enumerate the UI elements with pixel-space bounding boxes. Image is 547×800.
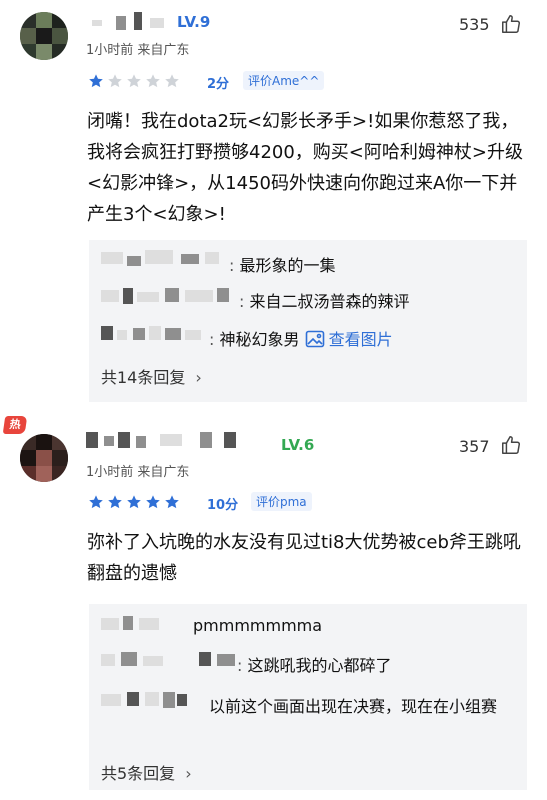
comment-meta: 1小时前 来自广东 xyxy=(86,465,190,480)
thumbs-up-icon[interactable] xyxy=(500,434,522,456)
star-icon xyxy=(146,495,160,509)
star-icon xyxy=(108,74,122,88)
star-icon xyxy=(165,495,179,509)
like-count: 535 xyxy=(459,15,490,34)
rating-tag[interactable]: 评价Ame^^ xyxy=(243,71,325,90)
reply-item: : 这跳吼我的心都碎了 xyxy=(237,652,392,676)
reply-item: : 神秘幻象男 查看图片 xyxy=(209,326,393,350)
image-icon xyxy=(305,330,324,348)
reply-colon: : xyxy=(209,330,220,349)
star-icon xyxy=(127,74,141,88)
reply-preview[interactable]: : 最形象的一集 : 来自二叔汤普森的辣评 : 神秘幻象男 查看图片 共14条回… xyxy=(89,240,527,402)
more-replies-label: 共5条回复 xyxy=(101,764,176,783)
user-level: LV.9 xyxy=(177,13,211,31)
user-level: LV.6 xyxy=(281,436,315,454)
thumbs-up-icon[interactable] xyxy=(500,13,522,35)
reply-item: 以前这个画面出现在决赛，现在在小组赛 xyxy=(101,690,501,724)
comment-text: 闭嘴！我在dota2玩<幻影长矛手>!如果你惹怒了我，我将会疯狂打野攒够4200… xyxy=(87,111,523,225)
rating-score: 10分 xyxy=(207,498,239,513)
reply-item: : 最形象的一集 xyxy=(229,252,336,276)
reply-text: 来自二叔汤普森的辣评 xyxy=(249,292,410,311)
chevron-right-icon: › xyxy=(185,764,192,783)
star-icon xyxy=(127,495,141,509)
comment-2: 热 LV.6 1小时前 来自广东 357 10分 评价pma 弥补了入坑晚的水友… xyxy=(0,410,547,800)
reply-text: pmmmmmmma xyxy=(193,616,323,635)
comment-meta: 1小时前 来自广东 xyxy=(86,43,190,58)
like-count: 357 xyxy=(459,437,490,456)
view-image-label: 查看图片 xyxy=(328,330,393,349)
avatar[interactable] xyxy=(20,434,68,482)
more-replies-label: 共14条回复 xyxy=(101,368,186,387)
comment-1: LV.9 1小时前 来自广东 535 2分 评价Ame^^ 闭嘴！我在dota2… xyxy=(0,0,547,410)
star-icon xyxy=(108,495,122,509)
reply-item: pmmmmmmma xyxy=(193,616,322,635)
more-replies-link[interactable]: 共5条回复 › xyxy=(101,760,192,784)
star-icon xyxy=(165,74,179,88)
reply-colon: : xyxy=(229,256,240,275)
view-image-link[interactable]: 查看图片 xyxy=(305,330,393,349)
star-icon xyxy=(89,495,103,509)
hot-badge: 热 xyxy=(2,416,28,434)
star-rating xyxy=(88,73,183,89)
reply-preview[interactable]: pmmmmmmma : 这跳吼我的心都碎了 以前这个画面出现在决赛，现在在小组赛… xyxy=(89,604,527,790)
reply-colon: : xyxy=(237,656,248,675)
star-icon xyxy=(146,74,160,88)
reply-text: 最形象的一集 xyxy=(239,256,336,275)
star-icon xyxy=(89,74,103,88)
reply-colon: : xyxy=(239,292,250,311)
rating-tag[interactable]: 评价pma xyxy=(251,492,312,511)
rating-score: 2分 xyxy=(207,77,230,92)
reply-text: 神秘幻象男 xyxy=(219,330,300,349)
reply-text: 这跳吼我的心都碎了 xyxy=(247,656,392,675)
chevron-right-icon: › xyxy=(195,368,202,387)
avatar[interactable] xyxy=(20,12,68,60)
reply-text: 以前这个画面出现在决赛，现在在小组赛 xyxy=(209,697,498,716)
reply-item: : 来自二叔汤普森的辣评 xyxy=(239,288,410,312)
more-replies-link[interactable]: 共14条回复 › xyxy=(101,364,202,388)
star-rating xyxy=(88,494,183,510)
comment-text: 弥补了入坑晚的水友没有见过ti8大优势被ceb斧王跳吼翻盘的遗憾 xyxy=(87,532,521,584)
